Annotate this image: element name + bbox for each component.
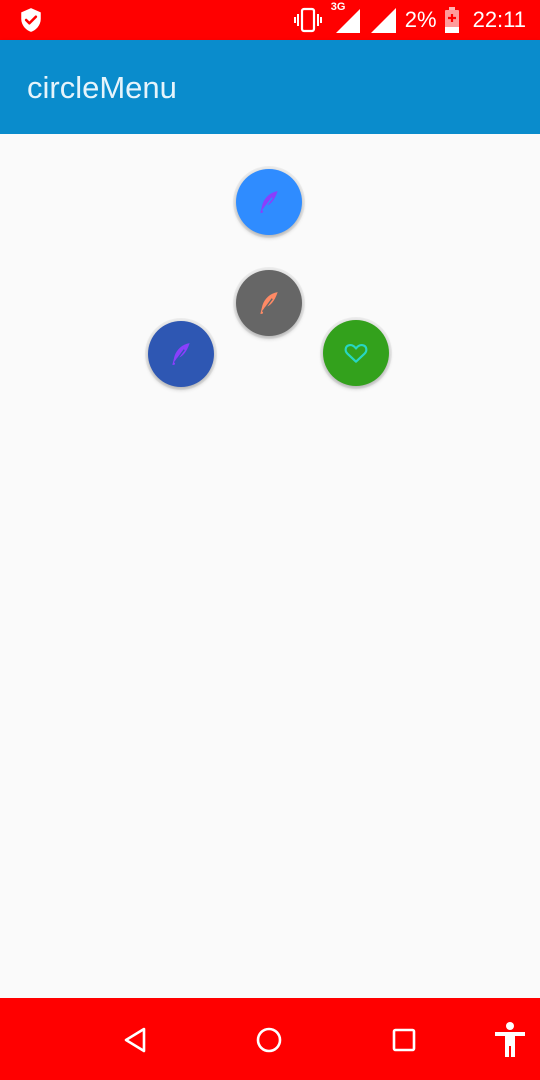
feather-icon [172, 343, 190, 365]
back-button[interactable] [115, 1020, 155, 1060]
feather-icon [260, 292, 278, 314]
status-bar: 3G 2% 22:11 [0, 0, 540, 40]
circle-menu-item-left[interactable] [148, 321, 214, 387]
battery-percent: 2% [404, 7, 437, 32]
app-bar: circleMenu [0, 40, 540, 134]
circle-menu-item-top[interactable] [236, 169, 302, 235]
circle-menu-center-button[interactable] [236, 270, 302, 336]
circle-menu-item-right[interactable] [323, 320, 389, 386]
back-icon [124, 1027, 146, 1053]
clock: 22:11 [472, 7, 526, 32]
signal-3g-icon: 3G [331, 1, 361, 35]
signal-icon [370, 8, 396, 33]
accessibility-button[interactable] [490, 1020, 530, 1060]
accessibility-icon [495, 1022, 525, 1057]
heart-icon [344, 344, 368, 363]
content-area [0, 134, 540, 998]
recents-icon [392, 1028, 416, 1052]
home-button[interactable] [249, 1020, 289, 1060]
app-title: circleMenu [27, 70, 177, 105]
navigation-bar [0, 998, 540, 1080]
feather-icon [260, 191, 278, 213]
recents-button[interactable] [384, 1020, 424, 1060]
vibrate-icon [293, 7, 322, 33]
home-icon [256, 1027, 282, 1053]
shield-icon [21, 8, 41, 32]
battery-charging-icon [444, 7, 459, 33]
